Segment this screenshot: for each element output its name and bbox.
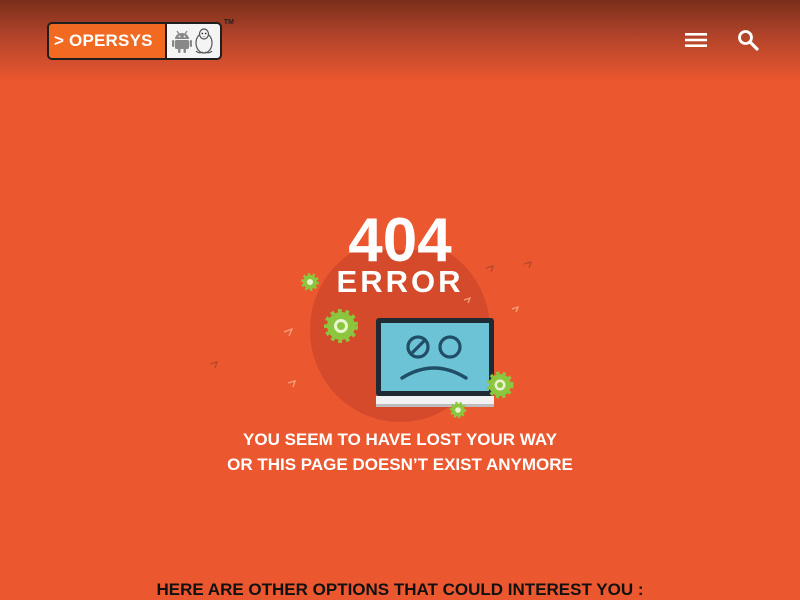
gear-icon <box>486 371 514 399</box>
linux-penguin-icon <box>195 28 213 54</box>
options-heading: HERE ARE OTHER OPTIONS THAT COULD INTERE… <box>156 580 644 599</box>
gear-icon <box>324 309 358 343</box>
search-button[interactable] <box>735 27 761 53</box>
error-message-line1: YOU SEEM TO HAVE LOST YOUR WAY <box>243 430 557 449</box>
android-icon <box>171 30 192 53</box>
gear-icon <box>449 401 467 419</box>
monitor-icon <box>376 318 494 407</box>
search-icon <box>738 30 759 51</box>
header-bar: > OPERSYS TM <box>0 0 800 82</box>
error-message-line2: OR THIS PAGE DOESN’T EXIST ANYMORE <box>227 455 573 474</box>
menu-icon <box>685 33 707 47</box>
opersys-logo[interactable]: > OPERSYS TM <box>47 19 234 60</box>
logo-icons <box>167 24 220 58</box>
menu-button[interactable] <box>683 27 709 53</box>
trademark-label: TM <box>223 19 234 26</box>
error-label: ERROR <box>336 264 464 299</box>
logo-text: > OPERSYS <box>49 24 165 58</box>
